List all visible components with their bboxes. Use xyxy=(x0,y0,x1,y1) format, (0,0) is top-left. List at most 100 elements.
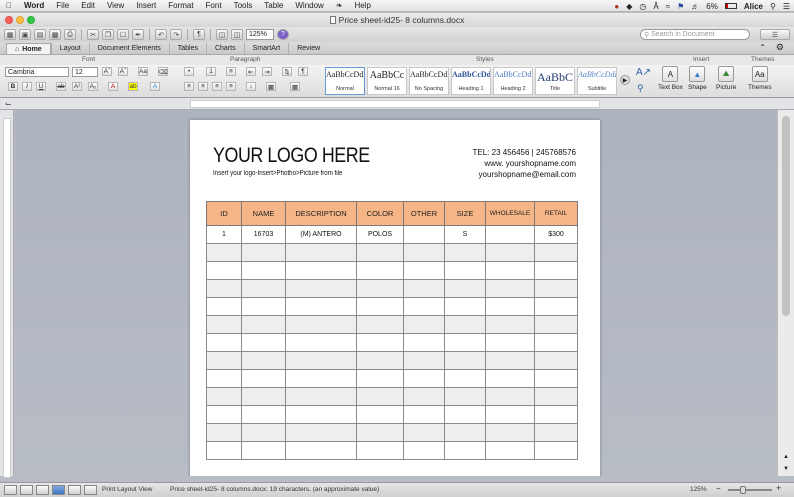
zoom-slider[interactable] xyxy=(728,486,772,494)
table-cell[interactable] xyxy=(534,243,578,262)
scroll-thumb[interactable] xyxy=(782,116,790,316)
table-row[interactable] xyxy=(206,387,578,406)
header-id[interactable]: ID xyxy=(206,201,242,226)
tab-review[interactable]: Review xyxy=(288,43,328,54)
collapse-ribbon-icon[interactable]: ⌃ xyxy=(759,43,766,52)
apple-icon[interactable]:  xyxy=(0,1,18,10)
table-cell[interactable] xyxy=(534,387,578,406)
table-cell[interactable] xyxy=(485,405,535,424)
cut-icon[interactable]: ✂ xyxy=(87,29,99,40)
highlight-icon[interactable]: ab xyxy=(128,82,138,91)
table-cell[interactable] xyxy=(403,387,445,406)
table-cell[interactable] xyxy=(206,333,242,352)
text-box-button[interactable]: A Text Box xyxy=(658,66,683,91)
bold-button[interactable]: B xyxy=(8,82,18,91)
table-cell[interactable] xyxy=(206,279,242,298)
zoom-slider-thumb[interactable] xyxy=(740,486,746,494)
copy-icon[interactable]: ❐ xyxy=(102,29,114,40)
table-cell[interactable] xyxy=(206,441,242,460)
styles-pane-icon[interactable]: A↗ xyxy=(636,67,651,78)
table-cell[interactable]: 1 xyxy=(206,225,242,244)
table-cell[interactable] xyxy=(206,369,242,388)
menu-table[interactable]: Table xyxy=(258,1,289,10)
table-cell[interactable] xyxy=(356,405,404,424)
menu-view[interactable]: View xyxy=(101,1,130,10)
print-layout-view-icon[interactable] xyxy=(52,485,65,495)
shading-icon[interactable]: ▩ xyxy=(266,82,276,91)
table-cell[interactable]: POLOS xyxy=(356,225,404,244)
picture-button[interactable]: ⛰ Picture xyxy=(716,66,736,91)
table-cell[interactable] xyxy=(285,405,357,424)
header-description[interactable]: DESCRIPTION xyxy=(285,201,357,226)
table-cell[interactable] xyxy=(534,333,578,352)
menu-format[interactable]: Format xyxy=(162,1,199,10)
multilevel-list-icon[interactable]: ≡ xyxy=(226,67,236,76)
table-cell[interactable] xyxy=(444,351,486,370)
table-cell[interactable]: S xyxy=(444,225,486,244)
menu-file[interactable]: File xyxy=(50,1,75,10)
styles-scroll-right-icon[interactable]: ▶ xyxy=(620,75,630,85)
previous-page-icon[interactable]: ▲ xyxy=(783,454,789,460)
table-cell[interactable] xyxy=(285,315,357,334)
script-icon[interactable]: ❧ xyxy=(330,1,349,10)
table-cell[interactable]: 16703 xyxy=(241,225,286,244)
justify-icon[interactable]: ≡ xyxy=(226,82,236,91)
redo-icon[interactable]: ↷ xyxy=(170,29,182,40)
table-row[interactable] xyxy=(206,279,578,298)
table-cell[interactable] xyxy=(534,405,578,424)
table-cell[interactable] xyxy=(206,297,242,316)
table-cell[interactable] xyxy=(534,351,578,370)
shape-button[interactable]: ▲ Shape xyxy=(688,66,707,91)
align-center-icon[interactable]: ≡ xyxy=(198,82,208,91)
style-normal[interactable]: AaBbCcDdEe Normal xyxy=(325,67,365,95)
battery-icon[interactable] xyxy=(724,3,737,9)
table-cell[interactable] xyxy=(403,225,445,244)
bluetooth-icon[interactable]: Å xyxy=(653,2,658,11)
document-canvas[interactable]: YOUR LOGO HERE Insert your logo-Insert>P… xyxy=(15,110,777,476)
table-cell[interactable] xyxy=(403,333,445,352)
tab-home[interactable]: ⌂ Home xyxy=(6,43,51,54)
table-row[interactable] xyxy=(206,405,578,424)
table-row[interactable] xyxy=(206,441,578,460)
table-cell[interactable] xyxy=(485,279,535,298)
header-wholesale[interactable]: WHOLESALE xyxy=(485,201,535,226)
table-cell[interactable] xyxy=(356,333,404,352)
user-name[interactable]: Alice xyxy=(744,2,763,11)
table-cell[interactable] xyxy=(241,441,286,460)
table-cell[interactable] xyxy=(356,261,404,280)
vertical-scrollbar[interactable]: ▲ ▼ xyxy=(777,110,794,476)
vertical-ruler[interactable] xyxy=(0,110,14,478)
table-cell[interactable] xyxy=(206,423,242,442)
table-cell[interactable] xyxy=(356,279,404,298)
table-cell[interactable] xyxy=(285,333,357,352)
table-cell[interactable] xyxy=(403,243,445,262)
table-row[interactable] xyxy=(206,333,578,352)
tab-tables[interactable]: Tables xyxy=(168,43,206,54)
table-cell[interactable] xyxy=(444,387,486,406)
menu-insert[interactable]: Insert xyxy=(130,1,162,10)
table-cell[interactable]: (M) ANTERO xyxy=(285,225,357,244)
shrink-font-icon[interactable]: Aˇ xyxy=(118,67,128,76)
table-cell[interactable] xyxy=(444,441,486,460)
table-cell[interactable] xyxy=(206,405,242,424)
header-retail[interactable]: RETAIL xyxy=(534,201,578,226)
table-cell[interactable] xyxy=(403,441,445,460)
table-cell[interactable] xyxy=(485,441,535,460)
dropbox-icon[interactable]: ◆ xyxy=(626,2,632,11)
table-cell[interactable] xyxy=(285,423,357,442)
borders-icon[interactable]: ▦ xyxy=(290,82,300,91)
spotlight-icon[interactable]: ⚲ xyxy=(770,2,776,11)
format-painter-icon[interactable]: ✒ xyxy=(132,29,144,40)
menu-font[interactable]: Font xyxy=(200,1,228,10)
tab-charts[interactable]: Charts xyxy=(205,43,244,54)
outline-view-icon[interactable] xyxy=(20,485,33,495)
print-icon[interactable]: ⎙ xyxy=(64,29,76,40)
bullets-icon[interactable]: • xyxy=(184,67,194,76)
font-color-icon[interactable]: A xyxy=(108,82,118,91)
style-heading-1[interactable]: AaBbCcDd Heading 1 xyxy=(451,67,491,95)
zoom-out-icon[interactable]: − xyxy=(716,484,721,493)
table-cell[interactable] xyxy=(485,333,535,352)
table-cell[interactable] xyxy=(241,351,286,370)
numbering-icon[interactable]: 1 xyxy=(206,67,216,76)
table-cell[interactable] xyxy=(485,351,535,370)
